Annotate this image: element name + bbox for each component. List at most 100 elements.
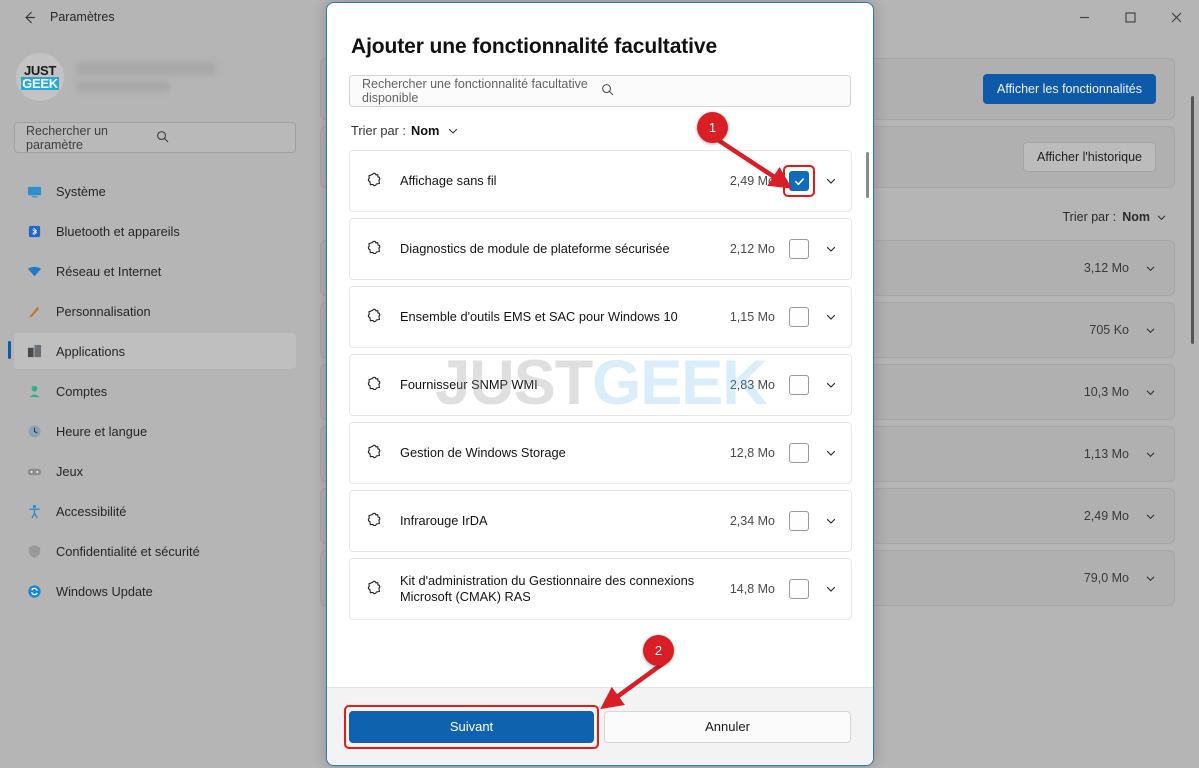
chevron-down-icon[interactable] xyxy=(1145,325,1156,336)
accessibility-icon xyxy=(26,503,43,520)
feature-checkbox[interactable] xyxy=(789,171,809,191)
annotation-marker-1: 1 xyxy=(697,112,728,143)
sidebar-item-systeme[interactable]: Système xyxy=(14,173,296,209)
sidebar-item-reseau[interactable]: Réseau et Internet xyxy=(14,253,296,289)
window-title: Paramètres xyxy=(50,10,115,24)
next-button-wrap: Suivant xyxy=(344,704,599,749)
feature-checkbox[interactable] xyxy=(789,239,809,259)
chevron-down-icon[interactable] xyxy=(823,175,839,187)
window-controls xyxy=(1061,0,1199,34)
chevron-down-icon[interactable] xyxy=(1145,263,1156,274)
puzzle-piece-icon xyxy=(364,443,386,463)
settings-search-input[interactable]: Rechercher un paramètre xyxy=(14,122,296,153)
sidebar-item-heure[interactable]: Heure et langue xyxy=(14,413,296,449)
minimize-icon[interactable] xyxy=(1061,0,1107,34)
content-scrollbar[interactable] xyxy=(1191,96,1194,344)
sidebar-item-label: Personnalisation xyxy=(56,303,151,319)
settings-search-placeholder: Rechercher un paramètre xyxy=(26,123,108,152)
feature-checkbox[interactable] xyxy=(789,375,809,395)
feature-size: 2,83 Mo xyxy=(729,378,775,392)
sidebar-item-bluetooth[interactable]: Bluetooth et appareils xyxy=(14,213,296,249)
sort-value-label: Nom xyxy=(411,123,440,138)
chevron-down-icon[interactable] xyxy=(1145,449,1156,460)
chevron-down-icon[interactable] xyxy=(823,243,839,255)
chevron-down-icon[interactable] xyxy=(823,311,839,323)
sidebar-item-label: Réseau et Internet xyxy=(56,263,162,279)
feature-size: 1,13 Mo xyxy=(1083,447,1129,461)
account-icon xyxy=(26,383,43,400)
sidebar-item-jeux[interactable]: Jeux xyxy=(14,453,296,489)
cancel-button[interactable]: Annuler xyxy=(604,710,851,743)
chevron-down-icon[interactable] xyxy=(1145,511,1156,522)
paintbrush-icon xyxy=(26,303,43,320)
list-item[interactable]: Diagnostics de module de plateforme sécu… xyxy=(349,218,852,280)
sidebar-item-label: Bluetooth et appareils xyxy=(56,223,180,239)
sidebar-item-label: Système xyxy=(56,183,106,199)
feature-checkbox[interactable] xyxy=(789,511,809,531)
feature-size: 2,49 Mo xyxy=(729,174,775,188)
feature-size: 10,3 Mo xyxy=(1083,385,1129,399)
puzzle-piece-icon xyxy=(364,511,386,531)
sidebar-item-accessibilite[interactable]: Accessibilité xyxy=(14,493,296,529)
gamepad-icon xyxy=(26,463,43,480)
sidebar-item-label: Jeux xyxy=(56,463,84,479)
feature-checkbox[interactable] xyxy=(789,307,809,327)
back-arrow-icon[interactable] xyxy=(12,4,46,30)
list-item[interactable]: Infrarouge IrDA 2,34 Mo xyxy=(349,490,852,552)
sidebar-item-label: Confidentialité et sécurité xyxy=(56,543,200,559)
view-features-button[interactable]: Afficher les fonctionnalités xyxy=(983,74,1156,104)
search-icon xyxy=(156,130,286,146)
list-item[interactable]: Affichage sans fil 2,49 Mo xyxy=(349,150,852,212)
dialog-footer: Suivant Annuler xyxy=(327,687,873,765)
sidebar-item-label: Applications xyxy=(56,343,126,359)
puzzle-piece-icon xyxy=(364,307,386,327)
feature-search-input[interactable]: Rechercher une fonctionnalité facultativ… xyxy=(349,75,851,107)
dialog-title: Ajouter une fonctionnalité facultative xyxy=(351,35,718,58)
list-item[interactable]: Kit d'administration du Gestionnaire des… xyxy=(349,558,852,620)
sidebar-item-windows-update[interactable]: Windows Update xyxy=(14,573,296,609)
feature-name: Diagnostics de module de plateforme sécu… xyxy=(400,241,670,256)
sidebar-item-confidentialite[interactable]: Confidentialité et sécurité xyxy=(14,533,296,569)
feature-checkbox-wrap xyxy=(783,165,823,197)
apps-icon xyxy=(26,343,43,360)
feature-size: 3,12 Mo xyxy=(1083,261,1129,275)
chevron-down-icon[interactable] xyxy=(823,447,839,459)
chevron-down-icon[interactable] xyxy=(1145,387,1156,398)
feature-search-placeholder: Rechercher une fonctionnalité facultativ… xyxy=(362,77,588,105)
view-history-button[interactable]: Afficher l'historique xyxy=(1023,142,1156,172)
puzzle-piece-icon xyxy=(364,239,386,259)
dialog-scrollbar[interactable] xyxy=(866,152,869,198)
puzzle-piece-icon xyxy=(364,171,386,191)
chevron-down-icon[interactable] xyxy=(823,515,839,527)
sidebar-item-applications[interactable]: Applications xyxy=(8,333,296,369)
feature-checkbox[interactable] xyxy=(789,579,809,599)
feature-checkbox[interactable] xyxy=(789,443,809,463)
logo-just-text: JUST xyxy=(23,62,57,78)
feature-name: Fournisseur SNMP WMI xyxy=(400,377,538,392)
search-icon xyxy=(601,83,840,99)
next-button[interactable]: Suivant xyxy=(349,710,594,743)
feature-name: Kit d'administration du Gestionnaire des… xyxy=(400,573,695,604)
avatar: JUST GEEK xyxy=(16,53,64,101)
screen-root: Paramètres JUST GEEK Rechercher un param… xyxy=(0,0,1199,768)
chevron-down-icon[interactable] xyxy=(823,583,839,595)
list-item[interactable]: Ensemble d'outils EMS et SAC pour Window… xyxy=(349,286,852,348)
chevron-down-icon[interactable] xyxy=(1145,573,1156,584)
puzzle-piece-icon xyxy=(364,375,386,395)
list-item[interactable]: Fournisseur SNMP WMI 2,83 Mo xyxy=(349,354,852,416)
puzzle-piece-icon xyxy=(364,579,386,599)
sidebar-item-personnalisation[interactable]: Personnalisation xyxy=(14,293,296,329)
chevron-down-icon xyxy=(1156,212,1167,223)
user-profile[interactable]: JUST GEEK xyxy=(16,53,296,101)
bluetooth-icon xyxy=(26,223,43,240)
list-item[interactable]: Gestion de Windows Storage 12,8 Mo xyxy=(349,422,852,484)
shield-icon xyxy=(26,543,43,560)
sidebar-item-comptes[interactable]: Comptes xyxy=(14,373,296,409)
clock-icon xyxy=(26,423,43,440)
feature-name: Infrarouge IrDA xyxy=(400,513,488,528)
dialog-sort-control[interactable]: Trier par : Nom xyxy=(327,107,873,148)
feature-size: 2,12 Mo xyxy=(729,242,775,256)
chevron-down-icon[interactable] xyxy=(823,379,839,391)
close-icon[interactable] xyxy=(1153,0,1199,34)
maximize-icon[interactable] xyxy=(1107,0,1153,34)
